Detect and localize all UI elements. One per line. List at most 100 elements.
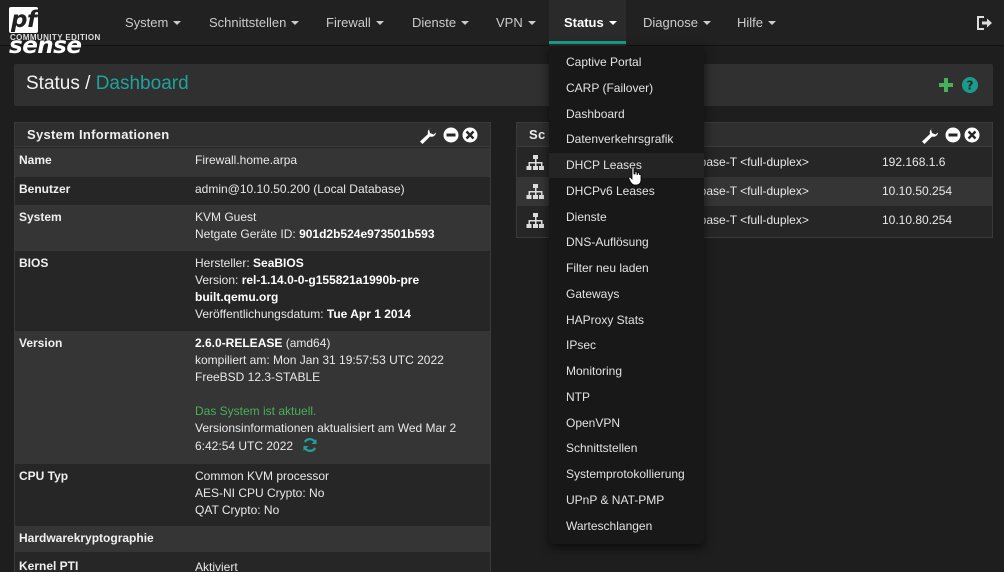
row-label: BIOS: [19, 256, 49, 270]
release-arch: (amd64): [282, 336, 331, 350]
widget-controls: [922, 127, 980, 144]
aesni-status: AES-NI CPU Crypto: No: [195, 486, 325, 500]
bios-vendor-label: Hersteller:: [195, 256, 254, 270]
bios-date: Tue Apr 1 2014: [326, 307, 411, 321]
minimize-icon[interactable]: [945, 127, 961, 143]
wrench-icon[interactable]: [922, 128, 938, 144]
nav-dienste[interactable]: Dienste: [412, 0, 470, 46]
interface-ip: 192.168.1.6: [882, 155, 946, 169]
row-value: admin@10.10.50.200 (Local Database): [195, 182, 405, 196]
row-kernel-pti: Kernel PTI Aktiviert: [15, 552, 490, 572]
row-name: Name Firewall.home.arpa: [15, 148, 490, 177]
system-type: KVM Guest: [195, 210, 257, 224]
wrench-icon[interactable]: [420, 128, 436, 144]
menu-item-traffic-graph[interactable]: Datenverkehrsgrafik: [549, 127, 704, 152]
row-label: Kernel PTI: [19, 559, 79, 572]
menu-item-haproxy-stats[interactable]: HAProxy Stats: [549, 308, 704, 333]
row-system: System KVM Guest Netgate Geräte ID: 901d…: [15, 205, 490, 251]
menu-item-gateways[interactable]: Gateways: [549, 282, 704, 307]
menu-item-services[interactable]: Dienste: [549, 205, 704, 230]
menu-item-interfaces[interactable]: Schnittstellen: [549, 436, 704, 461]
row-value: Common KVM processor AES-NI CPU Crypto: …: [195, 468, 485, 519]
row-bios: BIOS Hersteller: SeaBIOS Version: rel-1.…: [15, 251, 490, 331]
nav-status[interactable]: Status: [549, 0, 626, 46]
row-value: Hersteller: SeaBIOS Version: rel-1.14.0-…: [195, 255, 425, 323]
bios-version-label: Version:: [195, 273, 242, 287]
qat-status: QAT Crypto: No: [195, 503, 280, 517]
nav-vpn[interactable]: VPN: [496, 0, 536, 46]
freebsd-version: FreeBSD 12.3-STABLE: [195, 370, 321, 384]
close-icon[interactable]: [964, 127, 980, 143]
logo-pf: pf: [9, 7, 39, 33]
menu-item-dhcp-leases[interactable]: DHCP Leases: [549, 153, 704, 178]
menu-item-dhcpv6-leases[interactable]: DHCPv6 Leases: [549, 179, 704, 204]
menu-item-queues[interactable]: Warteschlangen: [549, 514, 704, 539]
caret-down-icon: [375, 21, 384, 25]
nav-diagnose[interactable]: Diagnose: [643, 0, 711, 46]
menu-item-ntp[interactable]: NTP: [549, 385, 704, 410]
header-actions: ?: [939, 77, 978, 93]
cpu-model: Common KVM processor: [195, 469, 330, 483]
system-information-widget: System Informationen Name Firewall.home.…: [14, 122, 491, 572]
nav-hilfe[interactable]: Hilfe: [737, 0, 777, 46]
row-value: Aktiviert: [195, 560, 238, 572]
interface-ip: 10.10.80.254: [882, 213, 953, 227]
logo-edition: COMMUNITY EDITION: [10, 33, 101, 42]
menu-item-captive-portal[interactable]: Captive Portal: [549, 50, 704, 75]
widget-header: System Informationen: [15, 123, 490, 147]
breadcrumb-root[interactable]: Status /: [26, 73, 90, 94]
breadcrumb-dashboard[interactable]: Dashboard: [96, 73, 189, 94]
minimize-icon[interactable]: [443, 127, 459, 143]
nav-schnittstellen[interactable]: Schnittstellen: [209, 0, 300, 46]
compiled-date: kompiliert am: Mon Jan 31 19:57:53 UTC 2…: [195, 353, 444, 367]
caret-down-icon: [768, 21, 777, 25]
sign-out-icon[interactable]: [975, 14, 993, 32]
menu-item-openvpn[interactable]: OpenVPN: [549, 411, 704, 436]
menu-item-dashboard[interactable]: Dashboard: [549, 102, 704, 127]
nav-system[interactable]: System: [125, 0, 182, 46]
row-user: Benutzer admin@10.10.50.200 (Local Datab…: [15, 177, 490, 205]
menu-item-filter-reload[interactable]: Filter neu laden: [549, 256, 704, 281]
pfsense-logo[interactable]: pfsense COMMUNITY EDITION: [9, 7, 103, 59]
menu-item-dns-resolution[interactable]: DNS-Auflösung: [549, 230, 704, 255]
row-value: 2.6.0-RELEASE (amd64) kompiliert am: Mon…: [195, 335, 470, 455]
device-id: 901d2b524e973501b593: [299, 227, 435, 241]
update-status: Das System ist aktuell.: [195, 404, 317, 418]
caret-down-icon: [173, 21, 182, 25]
menu-item-ipsec[interactable]: IPsec: [549, 333, 704, 358]
network-icon: [526, 213, 544, 228]
widget-title: System Informationen: [27, 127, 170, 142]
row-version: Version 2.6.0-RELEASE (amd64) kompiliert…: [15, 331, 490, 464]
release-version: 2.6.0-RELEASE: [195, 336, 283, 350]
row-cpu: CPU Typ Common KVM processor AES-NI CPU …: [15, 464, 490, 526]
row-label: Hardwarekryptographie: [19, 531, 154, 545]
device-id-label: Netgate Geräte ID:: [195, 227, 300, 241]
interface-ip: 10.10.50.254: [882, 184, 953, 198]
help-icon[interactable]: ?: [962, 77, 978, 93]
page-header: Status / Dashboard ?: [14, 64, 993, 106]
status-dropdown-menu: Captive Portal CARP (Failover) Dashboard…: [549, 46, 704, 544]
hand-pointer-icon: [628, 166, 642, 186]
menu-item-system-logs[interactable]: Systemprotokollierung: [549, 462, 704, 487]
nav-firewall[interactable]: Firewall: [326, 0, 384, 46]
row-hardware-crypto: Hardwarekryptographie: [15, 526, 490, 552]
caret-down-icon: [527, 21, 536, 25]
widget-controls: [420, 127, 478, 144]
add-widget-icon[interactable]: [939, 78, 953, 92]
row-label: Benutzer: [19, 182, 71, 196]
menu-item-upnp[interactable]: UPnP & NAT-PMP: [549, 488, 704, 513]
menu-item-carp[interactable]: CARP (Failover): [549, 76, 704, 101]
bios-vendor: SeaBIOS: [253, 256, 304, 270]
row-label: Version: [19, 336, 63, 350]
navbar: pfsense COMMUNITY EDITION System Schnitt…: [0, 0, 1004, 59]
menu-item-monitoring[interactable]: Monitoring: [549, 359, 704, 384]
caret-down-icon: [291, 21, 300, 25]
row-value: KVM Guest Netgate Geräte ID: 901d2b524e9…: [195, 209, 485, 243]
caret-down-icon: [702, 21, 711, 25]
row-label: System: [19, 210, 62, 224]
row-value: Firewall.home.arpa: [195, 153, 298, 167]
close-icon[interactable]: [462, 127, 478, 143]
caret-down-icon: [608, 21, 617, 25]
network-icon: [526, 155, 544, 170]
refresh-icon[interactable]: [302, 437, 318, 453]
